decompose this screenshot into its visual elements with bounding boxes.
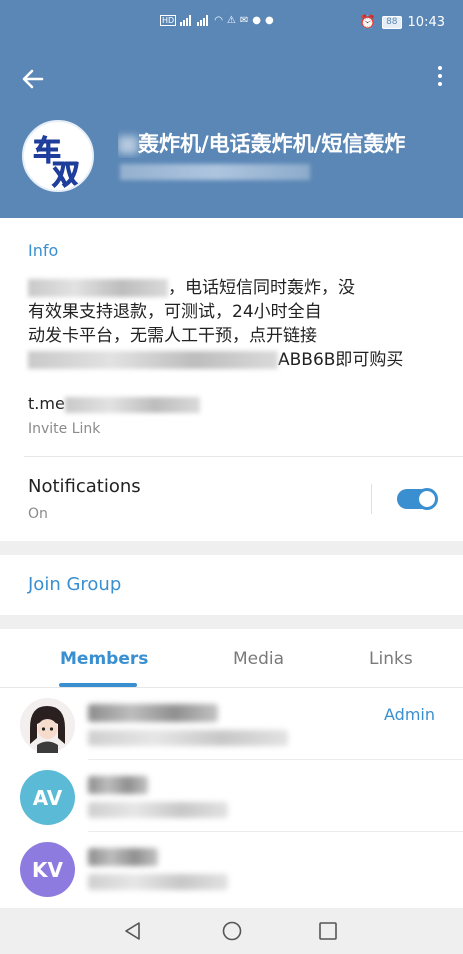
member-status-redacted (88, 802, 228, 818)
profile-tabs: Members Media Links (0, 629, 463, 688)
channel-description: ，电话短信同时轰炸，没 有效果支持退款，可测试，24小时全自 动发卡平台，无需人… (28, 278, 404, 370)
chat-icon: ● (252, 15, 262, 26)
status-bar: HD ◠ ⚠ ✉ ● ● ⏰ 88 10:43 (0, 0, 463, 44)
list-item[interactable]: AV (0, 760, 463, 832)
redacted-text (28, 279, 168, 297)
redacted-text (28, 351, 278, 369)
nav-home-icon[interactable] (221, 920, 243, 942)
tab-media[interactable]: Media (233, 649, 284, 669)
redacted-text (118, 136, 138, 154)
info-label: Info (28, 241, 59, 260)
alarm-icon: ⏰ (359, 15, 377, 30)
more-options-icon[interactable] (435, 66, 445, 92)
wifi-icon: ◠ (214, 15, 223, 26)
join-group-button[interactable]: Join Group (28, 574, 121, 595)
network-indicators: HD ◠ ⚠ ✉ ● ● (160, 15, 274, 26)
member-name-redacted (88, 848, 158, 866)
list-item[interactable]: Admin (0, 688, 463, 760)
system-nav-bar (0, 908, 463, 954)
channel-title: 轰炸机/电话轰炸机/短信轰炸 (118, 128, 463, 158)
nav-back-icon[interactable] (122, 920, 144, 942)
signal-icon (197, 15, 210, 26)
member-status-redacted (88, 874, 228, 890)
divider (371, 484, 372, 514)
channel-header: 车 双 轰炸机/电话轰炸机/短信轰炸 (0, 44, 463, 218)
channel-subtitle-redacted (120, 164, 310, 180)
invite-link-caption: Invite Link (28, 421, 101, 437)
hd-icon: HD (160, 15, 177, 26)
toggle-knob (416, 488, 438, 510)
join-group-card: Join Group (0, 555, 463, 615)
signal-icon (180, 15, 193, 26)
members-list: Admin AV KV (0, 688, 463, 908)
member-name-redacted (88, 776, 148, 794)
member-status-redacted (88, 730, 288, 746)
redacted-text (64, 396, 200, 413)
list-item[interactable]: KV (0, 832, 463, 904)
mail-icon: ✉ (239, 15, 249, 26)
warning-icon: ⚠ (226, 15, 236, 26)
notifications-status: On (28, 506, 48, 522)
clock: 10:43 (407, 15, 445, 30)
back-arrow-icon[interactable] (18, 64, 48, 94)
divider (24, 456, 463, 457)
invite-link[interactable]: t.me (28, 394, 200, 413)
tab-links[interactable]: Links (369, 649, 413, 669)
avatar (20, 698, 75, 753)
notifications-toggle[interactable] (397, 488, 438, 510)
avatar: KV (20, 842, 75, 897)
wechat-icon: ● (265, 15, 274, 26)
notifications-label[interactable]: Notifications (28, 476, 141, 497)
svg-text:双: 双 (52, 158, 80, 191)
active-tab-indicator (59, 683, 137, 687)
nav-recent-apps-icon[interactable] (317, 920, 339, 942)
battery-icon: 88 (382, 16, 402, 29)
tab-members[interactable]: Members (60, 649, 148, 669)
info-card: Info ，电话短信同时轰炸，没 有效果支持退款，可测试，24小时全自 动发卡平… (0, 218, 463, 541)
avatar: AV (20, 770, 75, 825)
admin-badge: Admin (384, 705, 435, 724)
channel-avatar[interactable]: 车 双 (22, 120, 94, 192)
member-name-redacted (88, 704, 218, 722)
